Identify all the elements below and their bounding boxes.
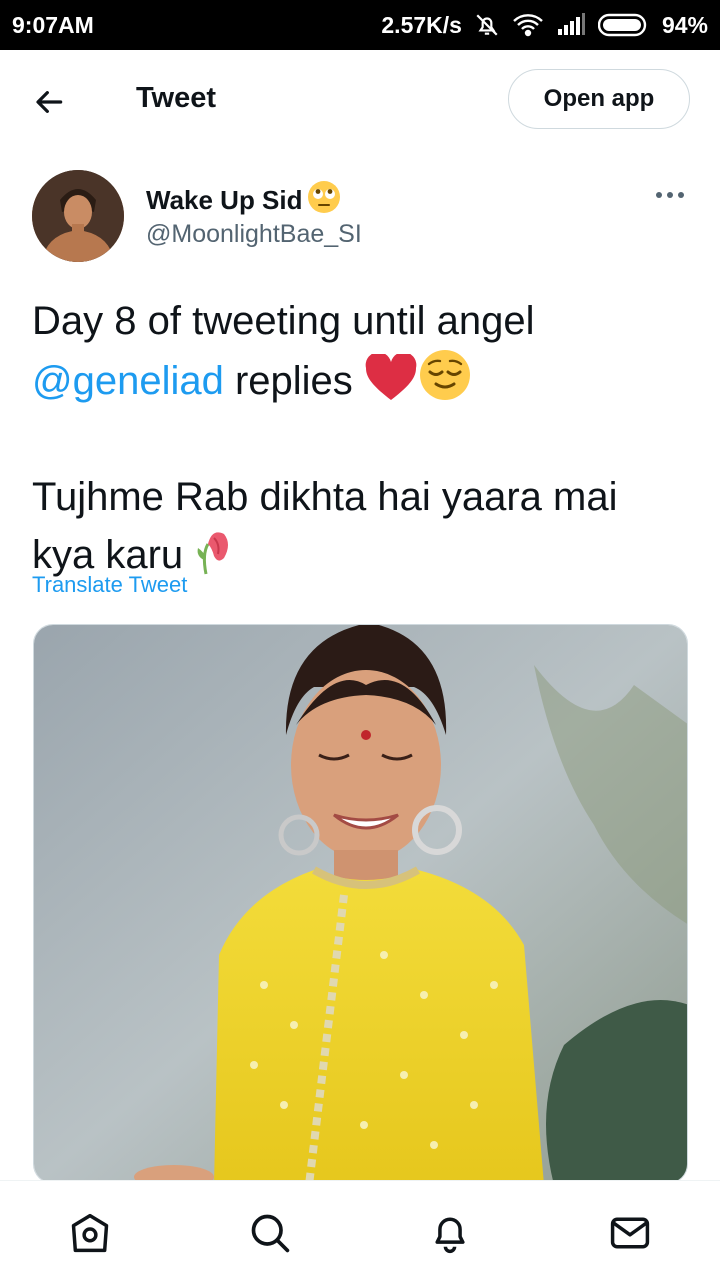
avatar[interactable]	[32, 170, 124, 262]
red-heart-emoji-icon	[364, 352, 418, 416]
tweet-line-1: Day 8 of tweeting until angel	[32, 299, 535, 343]
status-bar: 9:07AM 2.57K/s 94%	[0, 0, 720, 50]
display-name-text: Wake Up Sid	[146, 185, 303, 215]
mention-link[interactable]: @geneliad	[32, 359, 224, 403]
nav-messages[interactable]	[606, 1209, 654, 1257]
nav-search[interactable]	[246, 1209, 294, 1257]
page-title: Tweet	[136, 82, 217, 114]
notifications-icon	[435, 1217, 465, 1254]
wifi-icon	[512, 12, 544, 38]
messages-icon	[610, 1217, 650, 1249]
status-right: 2.57K/s 94%	[381, 12, 708, 39]
network-speed: 2.57K/s	[381, 11, 462, 38]
user-handle[interactable]: @MoonlightBae_SI	[146, 220, 362, 249]
home-icon	[71, 1213, 109, 1253]
tweet-line-2: @geneliad replies	[32, 348, 692, 416]
tweet-header-bar: Tweet Open app	[0, 50, 720, 150]
nav-notifications[interactable]	[426, 1209, 474, 1257]
display-name[interactable]: Wake Up Sid	[146, 180, 341, 221]
back-button[interactable]	[28, 80, 72, 124]
bottom-nav	[0, 1180, 720, 1280]
search-icon	[251, 1214, 290, 1253]
tweet-line-4-text: kya karu	[32, 533, 195, 577]
relieved-emoji-icon	[418, 348, 472, 416]
signal-icon	[556, 13, 586, 37]
battery-icon	[597, 13, 650, 37]
tweet-media-image[interactable]	[33, 624, 688, 1184]
battery-percent: 94%	[661, 11, 708, 38]
nav-home[interactable]	[66, 1209, 114, 1257]
tweet-text: Day 8 of tweeting until angel @geneliad …	[32, 294, 692, 590]
rolling-eyes-emoji-icon	[307, 180, 341, 221]
mute-icon	[474, 12, 500, 38]
tweet-line-2-text: replies	[223, 359, 364, 403]
wilted-flower-emoji-icon	[194, 524, 234, 590]
translate-tweet-link[interactable]: Translate Tweet	[32, 572, 187, 598]
woman-in-yellow-photo-icon	[34, 625, 687, 1183]
tweet-line-3: Tujhme Rab dikhta hai yaara mai	[32, 475, 618, 519]
back-arrow-icon	[36, 91, 63, 113]
status-time: 9:07AM	[12, 11, 94, 38]
more-dots-icon	[656, 192, 684, 198]
open-app-button[interactable]: Open app	[508, 69, 690, 129]
more-options-button[interactable]	[650, 180, 690, 210]
